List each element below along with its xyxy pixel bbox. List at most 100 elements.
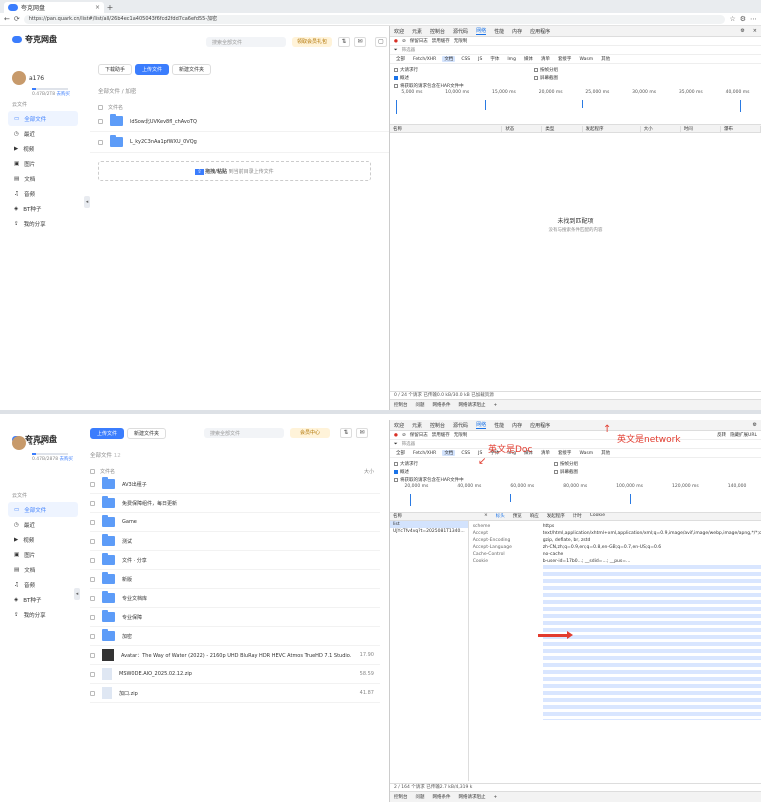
row-checkbox[interactable] (90, 519, 95, 525)
nav-audio[interactable]: ♫ 音频 (8, 577, 78, 592)
close-tab-icon[interactable]: × (95, 4, 100, 11)
file-row[interactable]: AV3出租子 (90, 475, 380, 494)
overview-checkbox[interactable]: 概述 (390, 468, 550, 476)
request-row[interactable]: list (390, 521, 468, 528)
chip-other[interactable]: 其他 (599, 450, 612, 456)
chip-doc[interactable]: 文档 (442, 450, 456, 456)
file-row[interactable]: 专业文档库 (90, 589, 380, 608)
disable-cache-checkbox[interactable]: 禁用缓存 (432, 432, 450, 438)
devtools-tab[interactable]: 控制台 (430, 28, 445, 35)
devtools-tab[interactable]: 应用程序 (530, 422, 550, 429)
chip-js[interactable]: JS (476, 57, 484, 62)
row-checkbox[interactable] (90, 614, 95, 620)
tab-response[interactable]: 响应 (526, 513, 543, 520)
drawer-add[interactable]: + (494, 795, 498, 800)
back-icon[interactable]: ← (4, 15, 10, 24)
hide-ext-checkbox[interactable]: 隐藏扩展URL (730, 432, 757, 438)
throttle-select[interactable]: 无限制 (454, 432, 468, 438)
filter-input[interactable]: 筛选器 (402, 47, 416, 53)
drop-zone[interactable]: ⇧ 拖拽/粘贴 到当前目录上传文件 (98, 161, 371, 181)
chip-manifest[interactable]: 清单 (539, 56, 552, 62)
chip-media[interactable]: 媒体 (522, 56, 535, 62)
timeline-overview[interactable] (390, 491, 761, 513)
breadcrumb[interactable]: 全部文件 / 加密 (98, 87, 389, 95)
settings-icon[interactable]: ⚙ (753, 422, 757, 428)
har-invert-checkbox[interactable]: 反转 (717, 432, 726, 438)
avatar[interactable] (12, 71, 26, 85)
devtools-tab[interactable]: 源代码 (453, 422, 468, 429)
name-column[interactable]: 名称 (390, 513, 480, 520)
upgrade-link[interactable]: 去购买 (57, 92, 71, 97)
row-checkbox[interactable] (98, 139, 103, 145)
row-checkbox[interactable] (90, 500, 95, 506)
chip-other[interactable]: 其他 (599, 56, 612, 62)
nav-all-files[interactable]: ▭ 全部文件 (8, 502, 78, 517)
row-checkbox[interactable] (90, 481, 95, 487)
request-row[interactable]: UJYcTfv4vq?t=2025081T1340... (390, 528, 468, 535)
nav-bt[interactable]: ◈ BT种子 (8, 201, 78, 216)
file-row[interactable]: 新版 (90, 570, 380, 589)
file-row[interactable]: Game (90, 513, 380, 532)
devtools-tab[interactable]: 内存 (512, 28, 522, 35)
chip-img[interactable]: Img (505, 57, 518, 62)
upgrade-link[interactable]: 去购买 (60, 457, 74, 462)
transfer-icon[interactable]: ⇅ (338, 37, 350, 47)
clear-icon[interactable]: ⊘ (402, 39, 406, 44)
collapse-sidebar-icon[interactable]: ◂ (84, 196, 90, 208)
close-detail-icon[interactable]: × (480, 513, 492, 520)
file-row[interactable]: 加密 (90, 627, 380, 646)
screenshot-checkbox[interactable]: 屏幕截图 (550, 468, 578, 476)
devtools-tab[interactable]: 内存 (512, 422, 522, 429)
drawer-console[interactable]: 控制台 (394, 402, 408, 408)
vip-button[interactable]: 领取会员礼包 (292, 37, 332, 47)
nav-video[interactable]: ▶ 视频 (8, 141, 78, 156)
chip-css[interactable]: CSS (459, 451, 472, 456)
devtools-tab-network[interactable]: 网络 (476, 27, 487, 35)
extensions-icon[interactable]: ⚙ (740, 15, 746, 24)
menu-icon[interactable]: ⋯ (750, 15, 757, 24)
drawer-block[interactable]: 网络请求阻止 (459, 402, 486, 408)
chip-all[interactable]: 全部 (394, 56, 407, 62)
nav-recent[interactable]: ◷ 最近 (8, 517, 78, 532)
devtools-tab-network[interactable]: 网络 (476, 421, 487, 429)
clear-icon[interactable]: ⊘ (402, 433, 406, 438)
new-folder-button[interactable]: 新建文件夹 (127, 428, 167, 439)
reload-icon[interactable]: ⟳ (14, 15, 20, 24)
file-row[interactable]: L_ky2C3nAa1pfWXU_0VQg (90, 132, 389, 153)
chip-ws[interactable]: 套接字 (556, 450, 574, 456)
big-rows-checkbox[interactable]: 大请求行 (390, 460, 550, 468)
file-row[interactable]: 免费保障组件，每日更新 (90, 494, 380, 513)
upload-button[interactable]: 上传文件 (90, 428, 125, 439)
row-checkbox[interactable] (90, 538, 95, 544)
devtools-tab[interactable]: 源代码 (453, 28, 468, 35)
tab-timing[interactable]: 计时 (569, 513, 586, 520)
timeline-overview[interactable] (390, 97, 761, 125)
disable-cache-checkbox[interactable]: 禁用缓存 (432, 38, 450, 44)
file-row[interactable]: Avatar：The Way of Water (2022) - 2160p U… (90, 646, 380, 665)
record-icon[interactable]: ● (394, 39, 398, 44)
screenshot-checkbox[interactable]: 屏幕截图 (530, 74, 558, 82)
chip-ws[interactable]: 套接字 (556, 56, 574, 62)
file-row[interactable]: 测试 (90, 532, 380, 551)
drawer-issues[interactable]: 问题 (416, 794, 425, 800)
tab-headers[interactable]: 标头 (492, 513, 509, 520)
drawer-net-cond[interactable]: 网络条件 (433, 794, 451, 800)
row-checkbox[interactable] (90, 557, 95, 563)
drawer-block[interactable]: 网络请求阻止 (459, 794, 486, 800)
file-row[interactable]: 加口.zip 41.87 (90, 684, 380, 703)
select-all-checkbox[interactable] (98, 105, 103, 110)
devtools-tab[interactable]: 应用程序 (530, 28, 550, 35)
nav-share[interactable]: ⇪ 我的分享 (8, 607, 78, 622)
drawer-issues[interactable]: 问题 (416, 402, 425, 408)
settings-icon[interactable]: ⚙ (740, 28, 744, 34)
collapse-sidebar-icon[interactable]: ◂ (74, 588, 80, 600)
chip-wasm[interactable]: Wasm (577, 57, 595, 62)
group-frame-checkbox[interactable]: 按帧分组 (550, 460, 578, 468)
preserve-log-checkbox[interactable]: 保留日志 (410, 38, 428, 44)
devtools-tab[interactable]: 性能 (494, 422, 504, 429)
client-icon[interactable]: ▢ (375, 37, 387, 47)
nav-image[interactable]: ▣ 图片 (8, 547, 78, 562)
nav-bt[interactable]: ◈ BT种子 (8, 592, 78, 607)
chip-wasm[interactable]: Wasm (577, 451, 595, 456)
drawer-net-cond[interactable]: 网络条件 (433, 402, 451, 408)
